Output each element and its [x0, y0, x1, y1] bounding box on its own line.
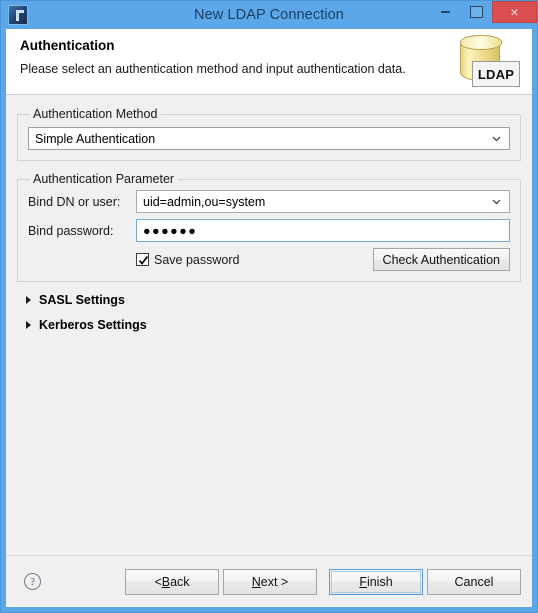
chevron-down-icon: [492, 197, 501, 206]
save-password-checkbox[interactable]: Save password: [136, 253, 239, 267]
ldap-tag-label: LDAP: [472, 61, 520, 87]
back-mnemonic: B: [161, 574, 171, 589]
kerberos-settings-label: Kerberos Settings: [39, 318, 147, 332]
bind-password-input[interactable]: ●●●●●●: [136, 219, 510, 242]
bind-dn-combo[interactable]: uid=admin,ou=system: [136, 190, 510, 213]
kerberos-settings-expander[interactable]: Kerberos Settings: [26, 318, 521, 332]
authentication-method-value: Simple Authentication: [35, 131, 156, 146]
app-icon: [8, 5, 28, 25]
chevron-right-icon: [26, 321, 31, 329]
chevron-down-icon: [492, 134, 501, 143]
dialog-header: Authentication Please select an authenti…: [6, 29, 532, 95]
back-prefix: <: [154, 574, 162, 589]
navigation-buttons: < Back Next > Finish Cancel: [125, 568, 521, 595]
sasl-settings-expander[interactable]: SASL Settings: [26, 293, 521, 307]
save-password-label: Save password: [154, 252, 240, 267]
bind-password-label: Bind password:: [28, 223, 114, 238]
window-controls: ×: [430, 1, 537, 29]
checkbox-checked-icon: [136, 253, 149, 266]
authentication-method-group: Authentication Method Simple Authenticat…: [17, 107, 521, 161]
title-bar: New LDAP Connection ×: [1, 1, 537, 29]
cancel-button[interactable]: Cancel: [427, 568, 521, 595]
authentication-parameter-group-label: Authentication Parameter: [33, 172, 175, 186]
finish-suffix: inish: [366, 574, 393, 589]
authentication-method-group-label: Authentication Method: [33, 107, 158, 121]
dialog-footer: ? < Back Next > Finish Cancel: [6, 555, 532, 607]
next-button[interactable]: Next >: [223, 568, 317, 595]
dialog-window: New LDAP Connection × Authentication Ple…: [0, 0, 538, 613]
sasl-settings-label: SASL Settings: [39, 293, 125, 307]
minimize-button[interactable]: [430, 1, 461, 23]
finish-button[interactable]: Finish: [329, 568, 423, 595]
page-description: Please select an authentication method a…: [20, 62, 406, 76]
next-suffix: ext >: [260, 574, 289, 589]
authentication-method-combo[interactable]: Simple Authentication: [28, 127, 510, 150]
bind-dn-label: Bind DN or user:: [28, 194, 121, 209]
check-authentication-button[interactable]: Check Authentication: [372, 248, 510, 271]
back-button[interactable]: < Back: [125, 568, 219, 595]
bind-password-row: Bind password: ●●●●●●: [28, 219, 510, 242]
authentication-parameter-group: Authentication Parameter Bind DN or user…: [17, 172, 521, 282]
password-action-row: Save password Check Authentication: [136, 248, 510, 271]
back-suffix: ack: [170, 574, 190, 589]
bind-dn-row: Bind DN or user: uid=admin,ou=system: [28, 190, 510, 213]
maximize-button[interactable]: [461, 1, 492, 23]
ldap-database-icon: LDAP: [452, 31, 524, 93]
bind-dn-value: uid=admin,ou=system: [143, 194, 266, 209]
finish-mnemonic: F: [359, 574, 367, 589]
chevron-right-icon: [26, 296, 31, 304]
dialog-body: Authentication Method Simple Authenticat…: [6, 95, 532, 555]
next-mnemonic: N: [251, 574, 261, 589]
help-icon[interactable]: ?: [24, 573, 41, 590]
page-title: Authentication: [20, 38, 115, 53]
close-button[interactable]: ×: [492, 1, 537, 23]
